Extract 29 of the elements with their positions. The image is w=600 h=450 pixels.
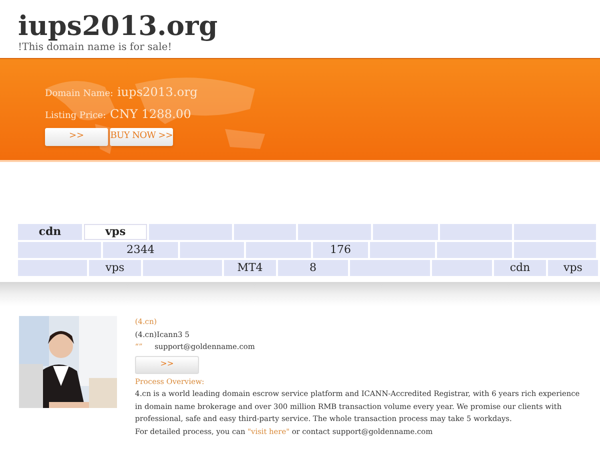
table-cell: cdn	[494, 260, 546, 276]
listing-price: CNY 1288.00	[110, 106, 192, 122]
more-button[interactable]: >>	[135, 356, 199, 374]
table-cell[interactable]	[514, 224, 596, 240]
site-title: iups2013.org	[18, 12, 219, 42]
table-cell: MT4	[224, 260, 276, 276]
table-cell: 8	[278, 260, 348, 276]
price-label: Listing Price:	[45, 110, 106, 122]
more-button[interactable]: >>	[45, 128, 108, 146]
table-cell[interactable]: vps	[84, 224, 147, 240]
table-cell[interactable]	[298, 224, 371, 240]
domain-label: Domain Name:	[45, 88, 114, 101]
table-cell	[370, 242, 435, 258]
table-cell[interactable]	[149, 224, 232, 240]
table-cell[interactable]: cdn	[18, 224, 82, 240]
buy-now-button[interactable]: BUY NOW >>	[110, 128, 173, 146]
table-cell	[18, 260, 87, 276]
table-cell[interactable]	[440, 224, 512, 240]
table-cell	[180, 242, 244, 258]
table-cell[interactable]	[373, 224, 438, 240]
domain-name: iups2013.org	[117, 84, 198, 101]
sale-notice: !This domain name is for sale!	[18, 42, 173, 54]
table-cell	[246, 242, 311, 258]
table-cell	[432, 260, 492, 276]
table-cell: vps	[89, 260, 141, 276]
table-cell: 176	[313, 242, 368, 258]
table-cell: 2344	[103, 242, 178, 258]
table-cell[interactable]	[234, 224, 296, 240]
table-cell: vps	[548, 260, 598, 276]
